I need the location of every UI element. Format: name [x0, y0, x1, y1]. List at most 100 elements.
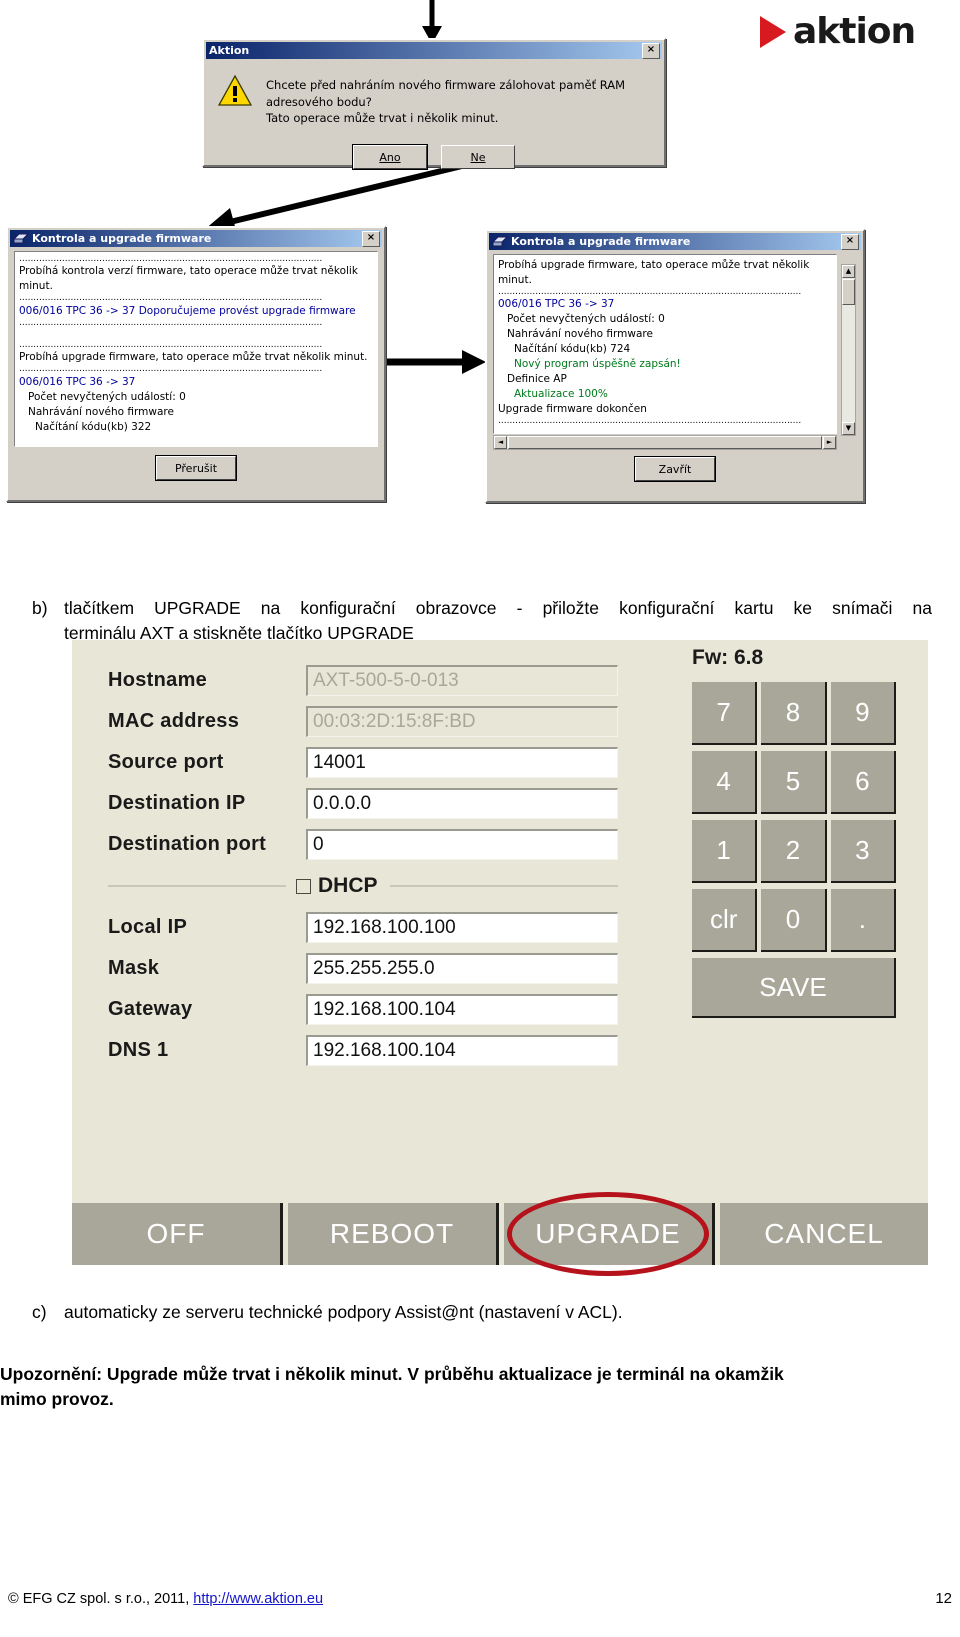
destination-ip-input[interactable]: 0.0.0.0 [306, 788, 618, 819]
scroll-thumb-horizontal[interactable] [508, 436, 822, 449]
warning-icon [218, 75, 252, 106]
key-4[interactable]: 4 [692, 751, 758, 814]
footer-copyright-area: © EFG CZ spol. s r.o., 2011, http://www.… [8, 1591, 935, 1607]
yes-button[interactable]: Ano [352, 144, 428, 171]
close-button[interactable]: Zavřít [634, 456, 716, 482]
log-separator: ........................................… [19, 294, 323, 304]
footer-copyright: © EFG CZ spol. s r.o., 2011, [8, 1591, 194, 1607]
firmware-log-left: ........................................… [14, 251, 378, 447]
keypad-row: 7 8 9 [692, 682, 896, 745]
page-footer: © EFG CZ spol. s r.o., 2011, http://www.… [8, 1590, 952, 1607]
log-separator: ........................................… [19, 255, 323, 264]
log-line: Upgrade firmware dokončen [498, 402, 647, 415]
firmware-chip-icon [492, 236, 508, 246]
upgrade-button-label: UPGRADE [535, 1218, 681, 1249]
key-7[interactable]: 7 [692, 682, 758, 745]
key-9[interactable]: 9 [830, 682, 896, 745]
log-line: 006/016 TPC 36 -> 37 [19, 375, 136, 388]
firmware-chip-icon [13, 233, 29, 243]
cancel-button-label: CANCEL [764, 1218, 884, 1249]
scroll-left-icon[interactable]: ◄ [494, 436, 507, 449]
logo-wordmark: aktion [793, 11, 916, 52]
field-row-destination-port: Destination port 0 [108, 824, 618, 865]
key-1[interactable]: 1 [692, 820, 758, 883]
log-line: Načítání kódu(kb) 322 [35, 420, 152, 433]
log-line: Nahrávání nového firmware [28, 405, 174, 418]
log-line: Probíhá kontrola verzí firmware, tato op… [19, 265, 358, 293]
dns-1-input[interactable]: 192.168.100.104 [306, 1035, 618, 1066]
warning-line-1: Upozornění: Upgrade může trvat i několik… [0, 1364, 784, 1384]
firmware-check-dialog-left: Kontrola a upgrade firmware × ..........… [6, 226, 386, 502]
dhcp-checkbox[interactable] [296, 878, 311, 894]
dialog-title: Aktion [209, 44, 250, 57]
no-button[interactable]: Ne [441, 145, 515, 170]
key-clear[interactable]: clr [692, 889, 758, 952]
log-separator: ........................................… [19, 318, 323, 328]
scroll-thumb-vertical[interactable] [842, 279, 855, 305]
scroll-up-icon[interactable]: ▲ [842, 265, 855, 278]
interrupt-button[interactable]: Přerušit [155, 455, 237, 481]
divider-left [108, 885, 286, 887]
hostname-input: AXT-500-5-0-013 [306, 665, 618, 696]
off-button[interactable]: OFF [72, 1203, 283, 1265]
scroll-down-icon[interactable]: ▼ [842, 422, 855, 435]
close-icon[interactable]: × [841, 233, 859, 250]
dns-1-label: DNS 1 [108, 1039, 169, 1061]
key-0[interactable]: 0 [761, 889, 827, 952]
close-icon[interactable]: × [642, 42, 660, 59]
gateway-input[interactable]: 192.168.100.104 [306, 994, 618, 1025]
keypad-row: SAVE [692, 958, 896, 1018]
step-c-text: automaticky ze serveru technické podpory… [64, 1302, 623, 1322]
dialog-message-line-2: Tato operace může trvat i několik minut. [266, 111, 499, 126]
off-button-label: OFF [146, 1218, 206, 1249]
key-2[interactable]: 2 [761, 820, 827, 883]
field-row-hostname: Hostname AXT-500-5-0-013 [108, 660, 618, 701]
log-line: Definice AP [507, 372, 567, 385]
vertical-scrollbar[interactable]: ▲ ▼ [841, 264, 856, 436]
field-row-dns-1: DNS 1 192.168.100.104 [108, 1030, 618, 1071]
field-row-mask: Mask 255.255.255.0 [108, 948, 618, 989]
dialog-message-line-1: Chcete před nahráním nového firmware zál… [266, 78, 626, 109]
arrow-right-to-firmware-right-dialog [382, 350, 486, 374]
mac-address-label: MAC address [108, 710, 240, 732]
close-icon[interactable]: × [362, 230, 380, 247]
dialog-button-row: Přerušit [8, 455, 384, 481]
dialog-titlebar: Aktion × [206, 42, 662, 59]
log-separator: ........................................… [498, 287, 802, 297]
dialog-button-row: Zavřít [487, 456, 863, 482]
scroll-right-icon[interactable]: ► [823, 436, 836, 449]
key-3[interactable]: 3 [830, 820, 896, 883]
log-spacer [19, 328, 373, 341]
footer-url-link[interactable]: http://www.aktion.eu [193, 1591, 323, 1607]
local-ip-label: Local IP [108, 916, 188, 938]
log-line: Načítání kódu(kb) 724 [514, 342, 631, 355]
key-8[interactable]: 8 [761, 682, 827, 745]
log-line: Nový program úspěšně zapsán! [514, 357, 681, 370]
firmware-log-right: Probíhá upgrade firmware, tato operace m… [493, 254, 837, 434]
destination-port-label: Destination port [108, 833, 267, 855]
key-5[interactable]: 5 [761, 751, 827, 814]
aktion-confirm-dialog: Aktion × Chcete před nahráním nového fir… [202, 38, 666, 171]
cancel-button[interactable]: CANCEL [720, 1203, 928, 1265]
save-button[interactable]: SAVE [692, 958, 896, 1018]
keypad-row: 4 5 6 [692, 751, 896, 814]
interrupt-button-label: Přerušit [174, 461, 218, 475]
log-line: 006/016 TPC 36 -> 37 [498, 298, 615, 311]
warning-line-2: mimo provoz. [0, 1389, 114, 1410]
reboot-button-label: REBOOT [329, 1218, 455, 1249]
log-separator: ........................................… [19, 365, 323, 375]
upgrade-button[interactable]: UPGRADE [504, 1192, 715, 1276]
key-dot[interactable]: . [830, 889, 896, 952]
local-ip-input[interactable]: 192.168.100.100 [306, 912, 618, 943]
key-6[interactable]: 6 [830, 751, 896, 814]
no-button-label: Ne [470, 150, 486, 164]
horizontal-scrollbar[interactable]: ◄ ► [493, 435, 837, 450]
source-port-input[interactable]: 14001 [306, 747, 618, 778]
divider-right [389, 885, 618, 887]
log-line: Počet nevyčtených událostí: 0 [28, 390, 186, 403]
mask-input[interactable]: 255.255.255.0 [306, 953, 618, 984]
reboot-button[interactable]: REBOOT [288, 1203, 499, 1265]
firmware-version-label: Fw: 6.8 [692, 646, 764, 669]
destination-port-input[interactable]: 0 [306, 829, 618, 860]
field-row-local-ip: Local IP 192.168.100.100 [108, 907, 618, 948]
